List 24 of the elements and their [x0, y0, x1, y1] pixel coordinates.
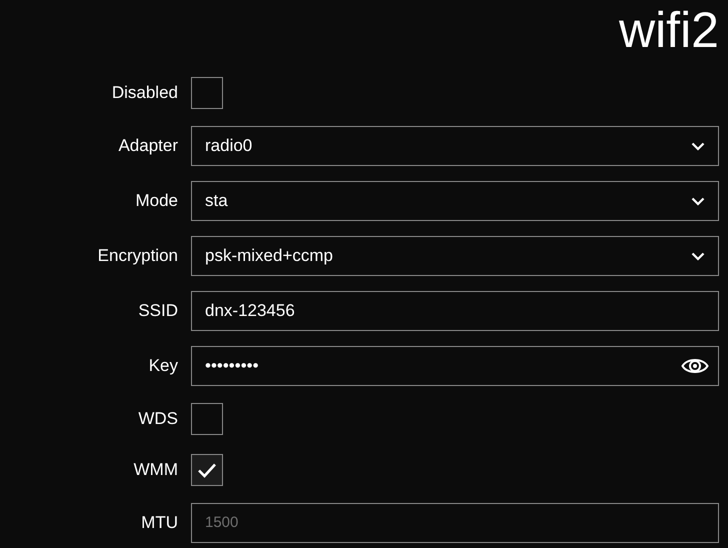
field-label: Key	[148, 355, 178, 378]
input-field[interactable]: 1500	[191, 503, 719, 543]
field-label: SSID	[137, 300, 178, 322]
password-field[interactable]: •••••••••	[191, 346, 719, 386]
field-label: WDS	[137, 408, 178, 430]
field-label: Mode	[134, 190, 178, 212]
input-field[interactable]: dnx-123456	[191, 291, 719, 331]
checkbox[interactable]	[191, 77, 223, 109]
field-label: MTU	[140, 512, 178, 534]
field-label: Encryption	[96, 245, 178, 268]
chevron-down-icon	[691, 142, 705, 150]
checkbox[interactable]	[191, 454, 223, 486]
select-field[interactable]: sta	[191, 181, 719, 221]
chevron-down-icon	[691, 252, 705, 260]
select-field[interactable]: radio0	[191, 126, 719, 166]
page-title: wifi2	[618, 5, 719, 55]
chevron-down-icon	[691, 196, 705, 206]
eye-icon[interactable]	[681, 356, 709, 376]
field-label: WMM	[132, 459, 178, 482]
checkbox[interactable]	[191, 403, 223, 435]
field-label: Disabled	[110, 82, 178, 104]
checkmark-icon	[197, 462, 217, 478]
field-label: Adapter	[117, 135, 178, 158]
select-field[interactable]: psk-mixed+ccmp	[191, 236, 719, 276]
